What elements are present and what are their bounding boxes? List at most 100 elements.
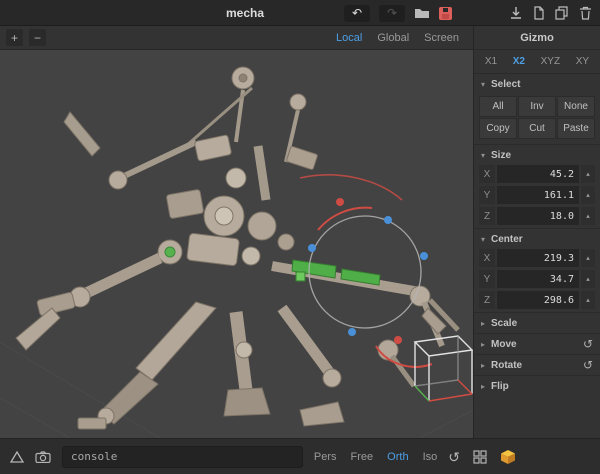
redo-icon: ↷ bbox=[387, 6, 397, 20]
trash-icon bbox=[579, 6, 592, 20]
stepper-icon[interactable]: ▴ bbox=[581, 207, 595, 225]
status-bar: Pers Free Orth Iso ↺ bbox=[0, 438, 600, 474]
tab-local[interactable]: Local bbox=[336, 32, 362, 44]
tab-x1[interactable]: X1 bbox=[485, 56, 497, 67]
section-rotate-label: Rotate bbox=[491, 360, 522, 371]
paste-button[interactable]: Paste bbox=[557, 118, 595, 139]
select-all-button[interactable]: All bbox=[479, 96, 517, 117]
center-y-row: Y 34.7 ▴ bbox=[474, 270, 600, 288]
gizmo-tabs: X1 X2 XYZ XY bbox=[474, 50, 600, 74]
caret-down-icon: ▾ bbox=[481, 235, 491, 244]
center-y-input[interactable]: 34.7 bbox=[497, 270, 579, 288]
folder-icon bbox=[414, 7, 430, 19]
minus-icon: − bbox=[34, 31, 41, 45]
panel-title: Gizmo bbox=[474, 26, 600, 50]
plus-icon: + bbox=[11, 31, 18, 45]
cube-icon bbox=[500, 449, 516, 465]
mode-iso[interactable]: Iso bbox=[423, 451, 438, 463]
viewport-3d[interactable] bbox=[0, 50, 473, 438]
wireframe-cube bbox=[415, 336, 472, 401]
tab-screen[interactable]: Screen bbox=[424, 32, 459, 44]
size-z-input[interactable]: 18.0 bbox=[497, 207, 579, 225]
size-z-row: Z 18.0 ▴ bbox=[474, 207, 600, 225]
gizmo-panel: Gizmo X1 X2 XYZ XY ▾ Select All Inv None… bbox=[473, 26, 600, 438]
duplicate-button[interactable] bbox=[555, 6, 569, 20]
caret-right-icon: ▸ bbox=[481, 319, 491, 328]
stepper-icon[interactable]: ▴ bbox=[581, 270, 595, 288]
select-buttons: All Inv None Copy Cut Paste bbox=[474, 95, 600, 144]
coordinate-space-tabs: Local Global Screen bbox=[336, 32, 467, 44]
stepper-icon[interactable]: ▴ bbox=[581, 291, 595, 309]
section-center-label: Center bbox=[491, 234, 523, 245]
size-x-row: X 45.2 ▴ bbox=[474, 165, 600, 183]
open-folder-button[interactable] bbox=[414, 7, 430, 19]
grid-icon bbox=[473, 450, 487, 464]
section-flip-label: Flip bbox=[491, 381, 509, 392]
size-y-input[interactable]: 161.1 bbox=[497, 186, 579, 204]
select-none-button[interactable]: None bbox=[557, 96, 595, 117]
new-document-button[interactable] bbox=[533, 6, 545, 20]
caret-right-icon: ▸ bbox=[481, 361, 491, 370]
mode-free[interactable]: Free bbox=[351, 451, 374, 463]
copy-button[interactable]: Copy bbox=[479, 118, 517, 139]
section-scale-label: Scale bbox=[491, 318, 517, 329]
console-input[interactable] bbox=[62, 446, 303, 468]
size-y-row: Y 161.1 ▴ bbox=[474, 186, 600, 204]
axis-z-label: Z bbox=[479, 207, 495, 225]
stepper-icon[interactable]: ▴ bbox=[581, 249, 595, 267]
center-x-row: X 219.3 ▴ bbox=[474, 249, 600, 267]
add-button[interactable]: + bbox=[6, 29, 23, 46]
screenshot-button[interactable] bbox=[35, 451, 51, 463]
reset-rotate-icon[interactable]: ↺ bbox=[583, 358, 593, 372]
save-icon bbox=[439, 7, 452, 20]
tab-x2[interactable]: X2 bbox=[513, 56, 525, 67]
axis-x-label: X bbox=[479, 165, 495, 183]
axis-z-label: Z bbox=[479, 291, 495, 309]
shading-toggle-button[interactable] bbox=[500, 449, 516, 465]
section-rotate[interactable]: ▸ Rotate ↺ bbox=[474, 354, 600, 375]
section-center[interactable]: ▾ Center bbox=[474, 228, 600, 249]
cut-button[interactable]: Cut bbox=[518, 118, 556, 139]
redo-button[interactable]: ↷ bbox=[379, 5, 405, 22]
section-select[interactable]: ▾ Select bbox=[474, 74, 600, 95]
camera-mode-tabs: Pers Free Orth Iso bbox=[314, 451, 437, 463]
size-x-input[interactable]: 45.2 bbox=[497, 165, 579, 183]
model-tree-button[interactable] bbox=[10, 451, 24, 463]
caret-right-icon: ▸ bbox=[481, 382, 491, 391]
caret-down-icon: ▾ bbox=[481, 151, 491, 160]
tab-xyz[interactable]: XYZ bbox=[541, 56, 560, 67]
mode-pers[interactable]: Pers bbox=[314, 451, 337, 463]
center-x-input[interactable]: 219.3 bbox=[497, 249, 579, 267]
view-tools: ↺ bbox=[448, 449, 516, 465]
3d-scene bbox=[0, 50, 473, 438]
undo-button[interactable]: ↶ bbox=[344, 5, 370, 22]
section-size[interactable]: ▾ Size bbox=[474, 144, 600, 165]
section-move-label: Move bbox=[491, 339, 517, 350]
document-title: mecha bbox=[130, 0, 360, 26]
select-inv-button[interactable]: Inv bbox=[518, 96, 556, 117]
section-flip[interactable]: ▸ Flip bbox=[474, 375, 600, 396]
reset-move-icon[interactable]: ↺ bbox=[583, 337, 593, 351]
grid-toggle-button[interactable] bbox=[473, 450, 487, 464]
edit-actions: ↶ ↷ bbox=[344, 0, 452, 26]
download-icon bbox=[509, 6, 523, 20]
axis-y-label: Y bbox=[479, 186, 495, 204]
download-button[interactable] bbox=[509, 6, 523, 20]
viewport-toolbar: + − Local Global Screen bbox=[0, 26, 473, 50]
camera-icon bbox=[35, 451, 51, 463]
tab-global[interactable]: Global bbox=[377, 32, 409, 44]
app-window: mecha ↶ ↷ bbox=[0, 0, 600, 474]
mecha-model bbox=[16, 67, 458, 429]
delete-button[interactable] bbox=[579, 6, 592, 20]
section-move[interactable]: ▸ Move ↺ bbox=[474, 333, 600, 354]
reset-view-icon[interactable]: ↺ bbox=[448, 450, 460, 464]
stepper-icon[interactable]: ▴ bbox=[581, 186, 595, 204]
center-z-input[interactable]: 298.6 bbox=[497, 291, 579, 309]
axis-y-label: Y bbox=[479, 270, 495, 288]
stepper-icon[interactable]: ▴ bbox=[581, 165, 595, 183]
save-button[interactable] bbox=[439, 7, 452, 20]
section-scale[interactable]: ▸ Scale bbox=[474, 312, 600, 333]
mode-orth[interactable]: Orth bbox=[387, 451, 408, 463]
remove-button[interactable]: − bbox=[29, 29, 46, 46]
tab-xy[interactable]: XY bbox=[576, 56, 589, 67]
